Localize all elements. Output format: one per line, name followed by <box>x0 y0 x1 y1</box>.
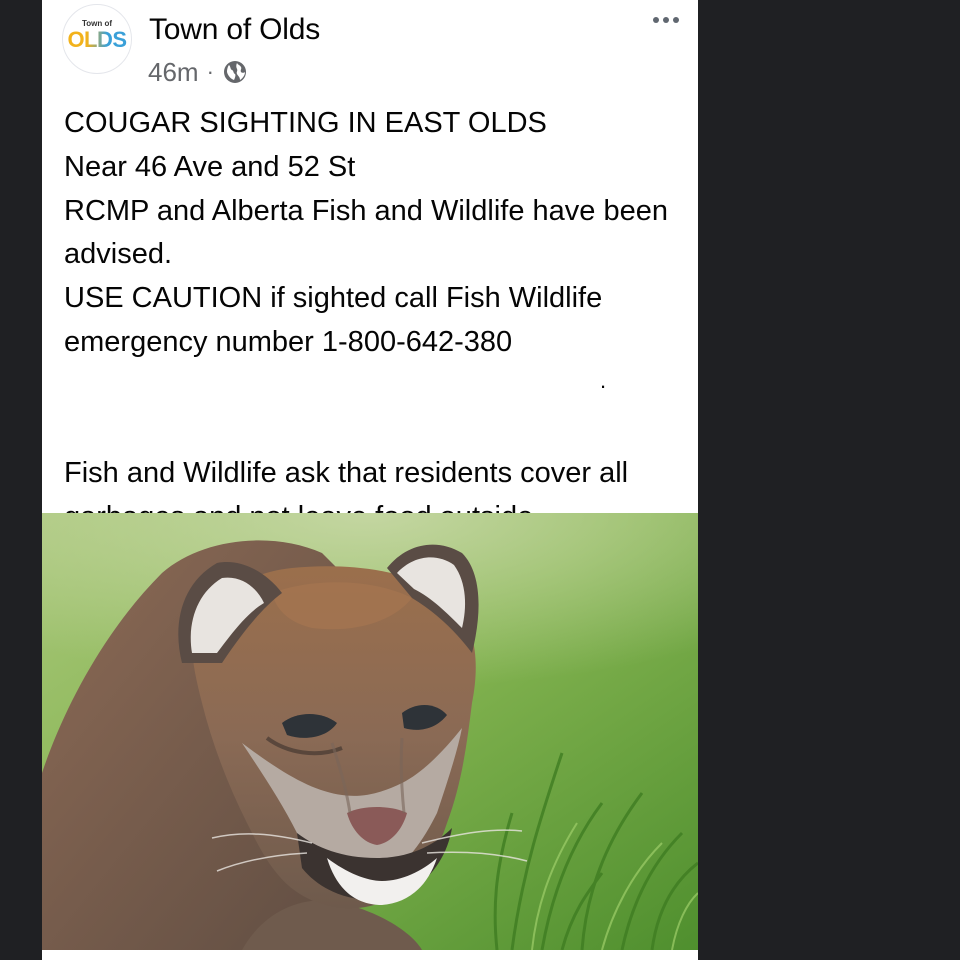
globe-icon[interactable] <box>222 59 248 85</box>
post-timestamp[interactable]: 46m <box>148 57 199 88</box>
blank-line: . <box>64 365 684 409</box>
post-headline: COUGAR SIGHTING IN EAST OLDS <box>64 107 547 139</box>
post-card: Town of OLDS Town of Olds 46m · COUGAR S… <box>42 0 698 960</box>
stray-dot: . <box>600 367 607 393</box>
avatar-logo-text: OLDS <box>63 29 131 51</box>
page-avatar[interactable]: Town of OLDS <box>62 4 132 74</box>
post-advisory: RCMP and Alberta Fish and Wildlife have … <box>64 194 668 271</box>
more-dots-icon <box>653 17 659 23</box>
post-text: COUGAR SIGHTING IN EAST OLDS Near 46 Ave… <box>64 102 684 540</box>
page-name-link[interactable]: Town of Olds <box>149 12 320 48</box>
more-options-button[interactable] <box>646 10 686 30</box>
left-background <box>0 0 42 960</box>
post-location: Near 46 Ave and 52 St <box>64 150 356 183</box>
cougar-photo[interactable] <box>42 513 698 950</box>
right-background <box>698 0 960 960</box>
post-caution: USE CAUTION if sighted call Fish Wildlif… <box>64 282 603 358</box>
post-meta: 46m · <box>148 56 248 88</box>
meta-separator: · <box>206 59 214 84</box>
